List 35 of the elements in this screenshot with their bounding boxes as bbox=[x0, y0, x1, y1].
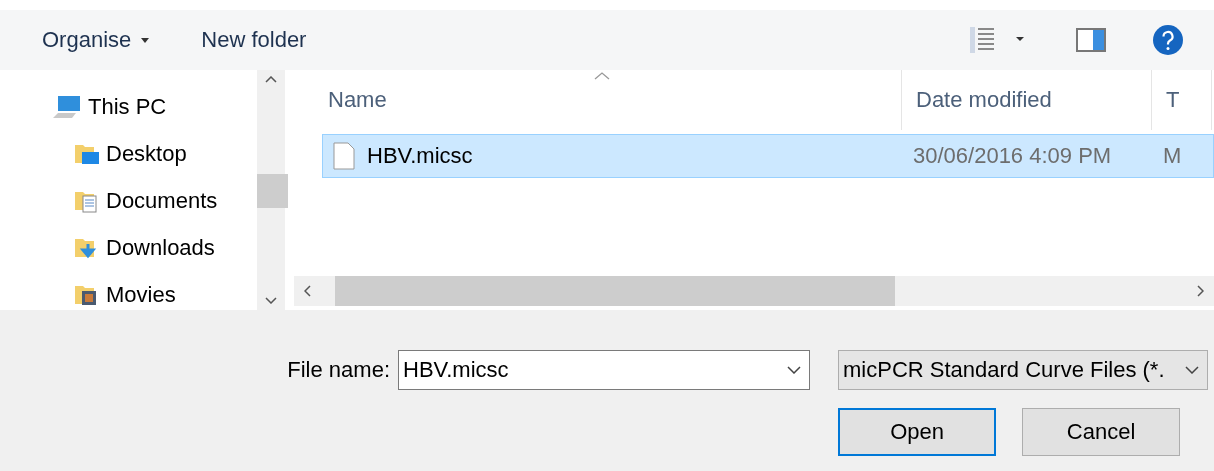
nav-item[interactable]: Downloads bbox=[52, 233, 258, 263]
open-button[interactable]: Open bbox=[838, 408, 997, 456]
file-type-dropdown[interactable]: micPCR Standard Curve Files (*. bbox=[838, 350, 1208, 390]
date-cell-text: 30/06/2016 4:09 PM bbox=[912, 143, 1113, 169]
scroll-up-icon[interactable] bbox=[265, 76, 278, 83]
computer-icon bbox=[52, 94, 82, 120]
vertical-scrollbar[interactable] bbox=[257, 70, 285, 310]
file-name-cell: HBV.micsc bbox=[323, 142, 903, 170]
nav-item[interactable]: This PC bbox=[52, 92, 258, 122]
nav-item[interactable]: Movies bbox=[52, 280, 258, 310]
cancel-button[interactable]: Cancel bbox=[1022, 408, 1180, 456]
scrollbar-thumb[interactable] bbox=[335, 276, 895, 306]
file-row[interactable]: HBV.micsc 30/06/2016 4:09 PM M bbox=[322, 134, 1214, 178]
column-header[interactable]: Date modified bbox=[902, 70, 1152, 130]
help-icon[interactable] bbox=[1152, 24, 1184, 56]
horizontal-scrollbar[interactable] bbox=[294, 276, 1214, 306]
column-header[interactable]: T bbox=[1152, 70, 1212, 130]
preview-pane-icon[interactable] bbox=[1076, 28, 1106, 52]
file-icon bbox=[333, 142, 355, 170]
type-cell-text: M bbox=[1162, 143, 1183, 169]
new-folder-button[interactable]: New folder bbox=[201, 27, 307, 53]
scrollbar-thumb[interactable] bbox=[257, 174, 289, 208]
chevron-down-icon bbox=[787, 366, 801, 374]
file-name-label: File name: bbox=[287, 357, 390, 383]
scroll-right-icon[interactable] bbox=[1197, 285, 1204, 297]
nav-item[interactable]: Documents bbox=[52, 186, 258, 216]
scroll-left-icon[interactable] bbox=[304, 285, 311, 297]
sort-caret-icon bbox=[594, 72, 610, 80]
column-header[interactable]: Name bbox=[294, 70, 902, 130]
nav-item[interactable]: Desktop bbox=[52, 139, 258, 169]
scroll-down-icon[interactable] bbox=[265, 297, 278, 304]
file-name-field[interactable]: HBV.micsc bbox=[398, 350, 810, 390]
organise-menu[interactable]: Organise bbox=[42, 27, 150, 53]
chevron-down-icon bbox=[1185, 366, 1199, 374]
caret-icon bbox=[141, 37, 150, 43]
